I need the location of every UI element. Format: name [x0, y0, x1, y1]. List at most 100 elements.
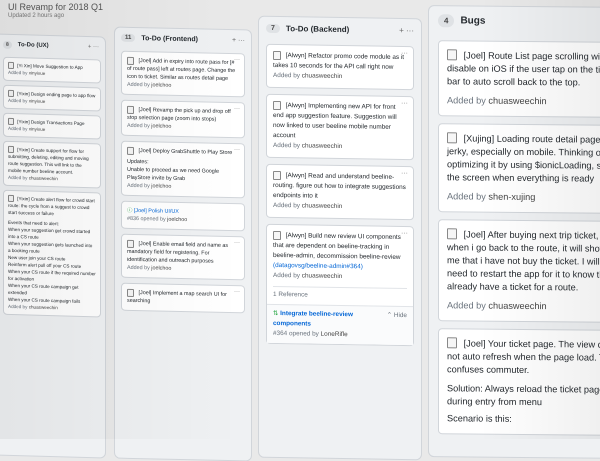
card-author[interactable]: chuasweechin	[29, 175, 58, 181]
card-text: [Joel] Your ticket page. The view does n…	[447, 338, 600, 376]
column-bugs: 4 Bugs [Joel] Route List page scrolling …	[428, 5, 600, 459]
card-count-badge: 11	[121, 33, 136, 43]
note-icon	[273, 230, 281, 241]
note-card[interactable]: [Yixin] Create alert flow for crowd star…	[3, 189, 101, 318]
note-icon	[447, 228, 457, 240]
added-by-label: Added by	[273, 141, 301, 150]
issue-card[interactable]: ⓘ [Joel] Polish UI/UX #836 opened by joe…	[121, 200, 245, 232]
note-icon	[8, 145, 14, 154]
menu-dots-icon[interactable]: ···	[401, 169, 408, 179]
card-meta: Added by joelchoo	[127, 182, 239, 192]
column-title: To-Do (Frontend)	[141, 34, 198, 43]
note-card[interactable]: [Yixin] Design ending page to app flow A…	[3, 84, 101, 112]
card-author[interactable]: joelchoo	[151, 265, 171, 271]
added-by-label: Added by	[8, 97, 28, 104]
added-by-label: Added by	[8, 69, 28, 76]
note-card[interactable]: [Joel] After buying next trip ticket, wh…	[438, 219, 600, 323]
added-by-label: Added by	[127, 182, 150, 190]
menu-dots-icon[interactable]: ···	[234, 239, 240, 247]
menu-dots-icon[interactable]: ···	[93, 44, 99, 50]
card-author[interactable]: xinyixue	[29, 70, 46, 75]
added-by-label: Added by	[8, 303, 28, 310]
note-card[interactable]: ··· [Joel] Implement a map search UI for…	[121, 282, 245, 314]
column-actions: + ···	[88, 44, 99, 50]
card-author[interactable]: joelchoo	[151, 183, 171, 189]
menu-dots-icon[interactable]: ···	[234, 105, 240, 113]
note-card[interactable]: ··· [Alwyn] Refactor promo code module a…	[266, 43, 414, 91]
column-todo-ux: 8 To-Do (UX) + ··· [Yi Xin] Move Suggest…	[0, 33, 106, 459]
hide-button[interactable]: ⌃ Hide	[387, 311, 407, 321]
card-author[interactable]: xinyixue	[29, 98, 46, 103]
card-count-badge: 7	[266, 23, 280, 34]
card-author[interactable]: chuasweechin	[302, 72, 343, 80]
card-meta: Added by xinyixue	[8, 69, 96, 78]
column-header: 4 Bugs	[429, 6, 600, 35]
note-card[interactable]: [Yi Xin] Move Suggestion to App Added by…	[3, 56, 101, 84]
note-card[interactable]: ··· [Joel] Enable email field and name a…	[121, 233, 245, 281]
card-author[interactable]: chuasweechin	[302, 272, 343, 280]
pull-request-title[interactable]: Integrate beeline-review components	[273, 310, 353, 327]
menu-dots-icon[interactable]: ···	[406, 26, 414, 35]
card-author[interactable]: chuasweechin	[488, 301, 546, 312]
menu-dots-icon[interactable]: ···	[401, 229, 408, 239]
issue-reference-link[interactable]: (datagovsg/beeline-admin#364)	[273, 262, 363, 270]
added-by-label: Added by	[127, 122, 150, 130]
plus-icon[interactable]: +	[88, 44, 92, 50]
menu-dots-icon[interactable]: ···	[238, 37, 245, 44]
card-count-badge: 8	[3, 40, 12, 49]
pull-request-author[interactable]: LoneRifle	[321, 331, 348, 338]
note-card[interactable]: [Joel] Route List page scrolling will be…	[438, 40, 600, 118]
menu-dots-icon[interactable]: ···	[401, 49, 408, 59]
card-author[interactable]: joelchoo	[151, 123, 171, 129]
card-author[interactable]: chuasweechin	[29, 304, 58, 310]
note-card[interactable]: ··· [Alwyn] Build new review UI componen…	[266, 223, 414, 347]
card-author[interactable]: chuasweechin	[488, 96, 546, 107]
column-todo-backend: 7 To-Do (Backend) + ··· ··· [Alwyn] Refa…	[258, 15, 422, 461]
column-title: Bugs	[460, 15, 486, 27]
column-header: 8 To-Do (UX) + ···	[0, 34, 105, 55]
card-text: [Joel] Route List page scrolling will be…	[447, 50, 600, 88]
added-by-label: Added by	[447, 300, 486, 311]
note-icon	[127, 105, 134, 114]
card-meta: Added by chuasweechin	[273, 201, 407, 213]
hide-label: Hide	[393, 311, 407, 320]
issue-title-link[interactable]: [Joel] Polish UI/UX	[134, 208, 179, 215]
board-title: UI Revamp for 2018 Q1	[8, 2, 104, 12]
menu-dots-icon[interactable]: ···	[234, 288, 240, 296]
board-header: UI Revamp for 2018 Q1 Updated 2 hours ag…	[8, 2, 208, 19]
note-card[interactable]: ··· [Joel] Deploy GrabShuttle to Play St…	[121, 140, 245, 199]
note-card[interactable]: [Joel] Your ticket page. The view does n…	[438, 328, 600, 436]
menu-dots-icon[interactable]: ···	[401, 99, 408, 109]
note-card[interactable]: ··· [Joel] Revamp the pick up and drop o…	[121, 99, 245, 139]
card-meta: Added by shen-xujing	[447, 190, 600, 205]
note-card[interactable]: [Yixin] Create support for flow for subm…	[3, 140, 101, 189]
note-card[interactable]: [Xujing] Loading route detail page is je…	[438, 123, 600, 214]
plus-icon[interactable]: +	[232, 37, 236, 44]
column-actions: + ···	[399, 26, 414, 35]
note-icon	[127, 239, 134, 248]
note-card[interactable]: ··· [Alwyn] Read and understand beeline-…	[266, 163, 414, 221]
pull-request-number: #364 opened by	[273, 329, 319, 338]
note-icon	[8, 194, 14, 203]
card-author[interactable]: chuasweechin	[302, 142, 343, 150]
card-author[interactable]: xinyixue	[29, 126, 46, 131]
plus-icon[interactable]: +	[399, 26, 404, 35]
card-text: [Alwyn] Read and understand beeline-rout…	[273, 172, 406, 200]
card-author[interactable]: joelchoo	[151, 82, 171, 88]
card-author[interactable]: joelchoo	[167, 217, 187, 223]
column-todo-frontend: 11 To-Do (Frontend) + ··· ··· [Joel] Add…	[114, 26, 252, 461]
card-author[interactable]: shen-xujing	[488, 192, 535, 202]
linked-pull-request[interactable]: ⌃ Hide ⇅ Integrate beeline-review compon…	[267, 303, 413, 346]
card-author[interactable]: chuasweechin	[302, 202, 343, 210]
note-icon	[447, 337, 457, 349]
card-text: [Alwyn] Refactor promo code module as it…	[273, 52, 405, 71]
column-actions: + ···	[232, 37, 245, 44]
note-card[interactable]: ··· [Joel] Add in expiry into route pass…	[121, 50, 245, 98]
menu-dots-icon[interactable]: ···	[234, 56, 240, 64]
menu-dots-icon[interactable]: ···	[234, 146, 240, 154]
note-card[interactable]: ··· [Alwyn] Implementing new API for fro…	[266, 93, 414, 161]
card-meta: Added by chuasweechin	[273, 141, 407, 153]
added-by-label: Added by	[273, 271, 301, 280]
card-meta: Added by xinyixue	[8, 97, 96, 106]
note-card[interactable]: [Yixin] Design Transactions Page Added b…	[3, 112, 101, 140]
